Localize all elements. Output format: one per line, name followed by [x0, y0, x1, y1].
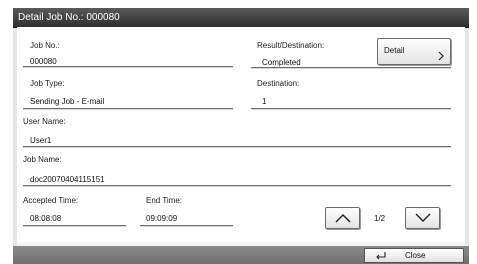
- job-name-value: doc20070404115151: [30, 175, 105, 184]
- chevron-right-icon: [438, 51, 444, 61]
- end-time-underline: [140, 225, 233, 226]
- job-type-underline: [23, 108, 233, 109]
- job-type-value: Sending Job - E-mail: [30, 97, 105, 106]
- job-no-underline: [23, 66, 233, 67]
- job-no-label: Job No.:: [30, 41, 60, 50]
- chevron-up-icon: [335, 214, 351, 223]
- dialog-right-edge: [465, 27, 469, 246]
- detail-button-label: Detail: [384, 46, 405, 55]
- page-indicator: 1/2: [374, 214, 386, 223]
- enter-icon: [376, 252, 386, 260]
- dialog-title: Detail Job No.: 000080: [18, 12, 120, 23]
- result-underline: [251, 67, 451, 68]
- end-time-label: End Time:: [146, 196, 183, 205]
- job-no-value: 000080: [30, 57, 57, 66]
- chevron-down-icon: [415, 213, 431, 222]
- destination-label: Destination:: [257, 79, 300, 88]
- title-bar: Detail Job No.: 000080: [13, 8, 469, 28]
- job-name-label: Job Name:: [23, 155, 62, 164]
- detail-button[interactable]: Detail: [377, 38, 451, 65]
- accepted-time-value: 08:08:08: [30, 214, 62, 223]
- accepted-time-underline: [23, 225, 126, 226]
- user-name-value: User1: [30, 136, 52, 145]
- page-up-button[interactable]: [325, 207, 360, 229]
- result-label: Result/Destination:: [257, 41, 325, 50]
- user-name-label: User Name:: [23, 117, 66, 126]
- close-button-label: Close: [405, 251, 426, 260]
- close-button[interactable]: Close: [364, 248, 464, 263]
- destination-underline: [251, 108, 451, 109]
- user-name-underline: [23, 146, 451, 147]
- destination-value: 1: [262, 97, 267, 106]
- job-name-underline: [23, 185, 451, 186]
- accepted-time-label: Accepted Time:: [23, 196, 79, 205]
- job-type-label: Job Type:: [30, 79, 65, 88]
- end-time-value: 09:09:09: [146, 214, 178, 223]
- result-value: Completed: [262, 58, 301, 67]
- page-down-button[interactable]: [405, 207, 440, 229]
